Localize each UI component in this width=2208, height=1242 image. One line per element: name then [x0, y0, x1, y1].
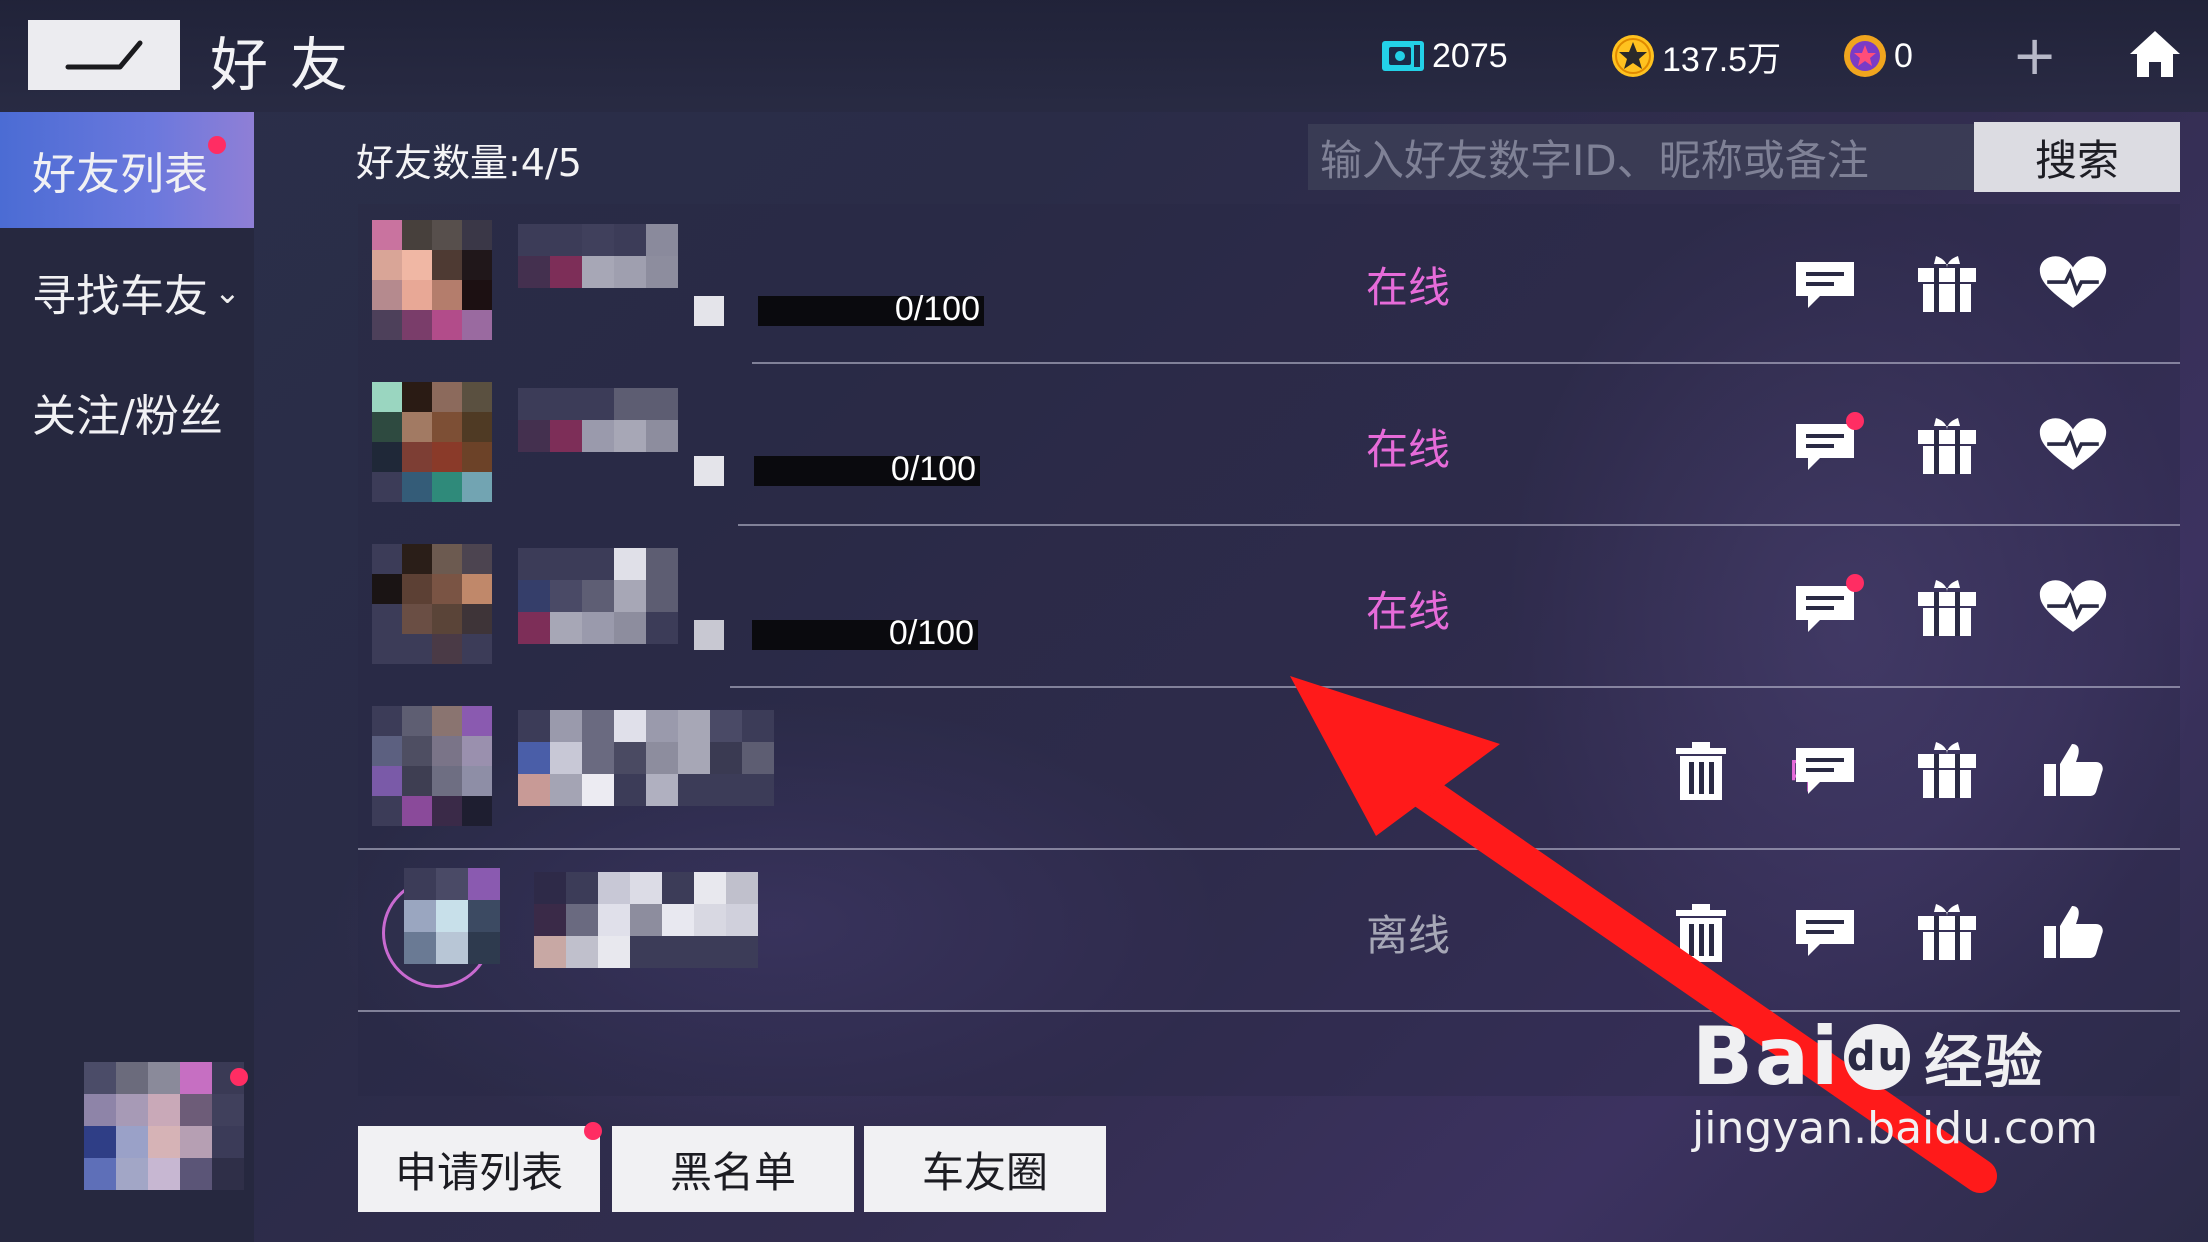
watermark-url: jingyan.baidu.com [1692, 1103, 2099, 1154]
watermark-cn: 经验 [1924, 1027, 2045, 1096]
baidu-watermark: Bai du 经验 jingyan.baidu.com [1692, 1010, 2098, 1154]
watermark-brand: Bai [1692, 1010, 1841, 1103]
watermark-du: du [1844, 1023, 1911, 1090]
